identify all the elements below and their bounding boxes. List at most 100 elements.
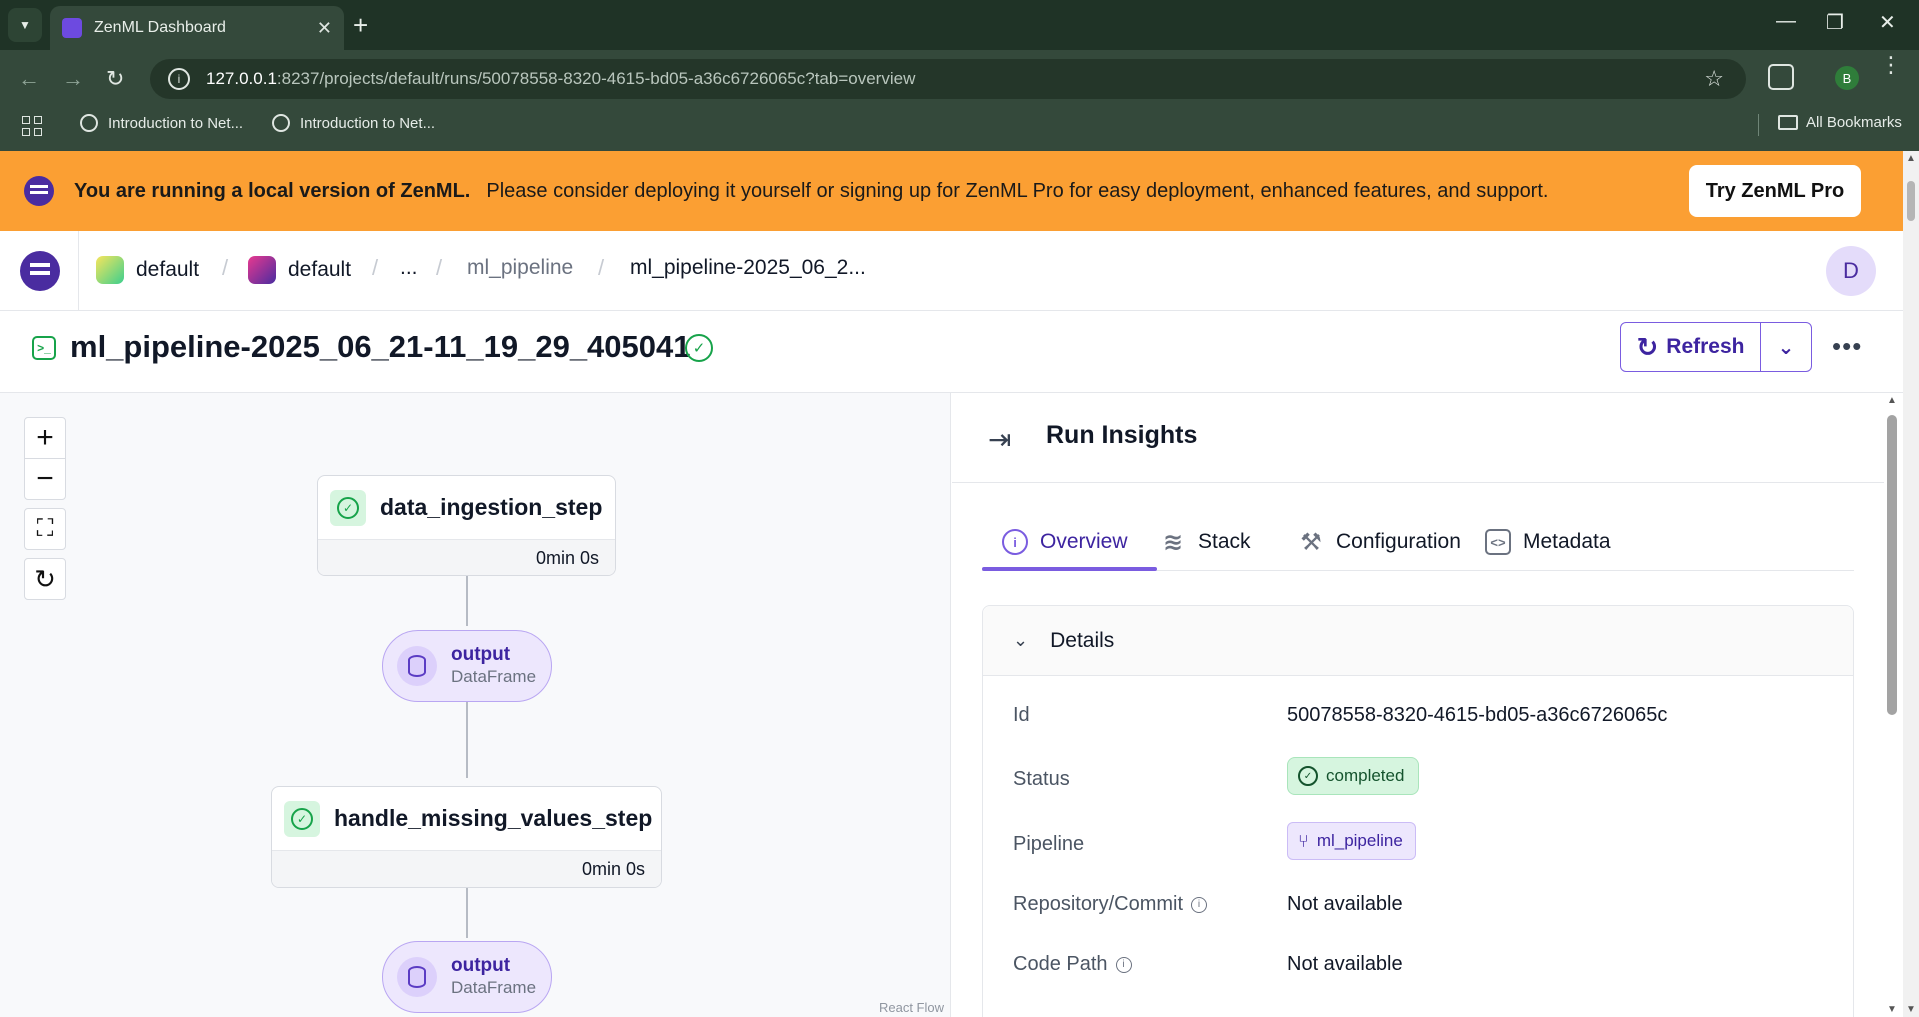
step-node[interactable]: ✓ handle_missing_values_step 0min 0s <box>271 786 662 888</box>
pipeline-icon: ⑂ <box>1298 830 1309 851</box>
dag-edge <box>466 888 468 938</box>
all-bookmarks-button[interactable]: All Bookmarks <box>1778 114 1902 131</box>
fit-view-button[interactable]: ⛶ <box>24 508 66 550</box>
chevron-down-icon: ▼ <box>19 18 31 32</box>
artifact-name: output <box>451 644 511 665</box>
breadcrumb-ellipsis[interactable]: ... <box>400 256 418 280</box>
database-icon <box>397 646 437 686</box>
detail-label-code-path: Code Path i <box>1013 953 1132 976</box>
minus-icon: − <box>36 462 54 495</box>
info-icon[interactable]: i <box>1191 896 1208 913</box>
artifact-node[interactable]: output DataFrame <box>382 630 552 702</box>
run-id-value[interactable]: 50078558-8320-4615-bd05-a36c6726065c <box>1287 704 1667 727</box>
repo-value: Not available <box>1287 893 1403 915</box>
fullscreen-icon: ⛶ <box>36 515 54 542</box>
browser-menu-icon[interactable]: ⋮ <box>1880 54 1902 76</box>
pipeline-link[interactable]: ⑂ ml_pipeline <box>1287 822 1416 860</box>
detail-label-repo: Repository/Commit i <box>1013 893 1208 916</box>
refresh-icon: ↻ <box>34 563 56 594</box>
zoom-out-button[interactable]: − <box>24 458 66 500</box>
minimize-icon[interactable]: — <box>1776 10 1796 33</box>
zenml-logo-icon[interactable] <box>20 251 60 291</box>
panel-scrollbar[interactable]: ▲ ▼ <box>1884 393 1900 1017</box>
zenml-logo-icon <box>24 176 54 206</box>
refresh-button[interactable]: ↻ Refresh <box>1621 323 1761 371</box>
tab-overview[interactable]: i Overview <box>1002 513 1128 571</box>
new-tab-button[interactable]: + <box>353 10 368 40</box>
info-icon[interactable]: i <box>1115 956 1132 973</box>
step-name: handle_missing_values_step <box>334 805 653 831</box>
bookmarks-divider <box>1758 114 1759 136</box>
breadcrumb-separator: / <box>598 255 605 280</box>
detail-label-id: Id <box>1013 704 1030 726</box>
react-flow-attribution[interactable]: React Flow <box>879 1000 944 1015</box>
breadcrumb-separator: / <box>372 255 379 280</box>
step-duration: 0min 0s <box>272 850 661 887</box>
refresh-dropdown-button[interactable]: ⌄ <box>1761 323 1811 371</box>
step-status-icon: ✓ <box>284 800 320 837</box>
extensions-icon[interactable] <box>1768 64 1794 90</box>
details-toggle[interactable]: ⌄ Details <box>983 606 1853 676</box>
forward-icon[interactable]: → <box>62 66 84 92</box>
panel-tabs: i Overview ≋ Stack ⚒ Configuration <> Me… <box>982 513 1854 571</box>
tab-stack[interactable]: ≋ Stack <box>1160 513 1251 571</box>
zenml-favicon-icon <box>62 18 82 38</box>
breadcrumb-separator: / <box>436 255 443 280</box>
url-text: 127.0.0.1:8237/projects/default/runs/500… <box>206 69 916 88</box>
chevron-down-icon: ⌄ <box>1777 336 1795 359</box>
artifact-node[interactable]: output DataFrame <box>382 941 552 1013</box>
browser-tab-bar: ▼ ZenML Dashboard ✕ + — ❐ ✕ <box>0 0 1919 50</box>
details-title: Details <box>1050 628 1115 652</box>
breadcrumb-project[interactable]: default <box>248 256 351 284</box>
dag-edge <box>466 576 468 626</box>
page-scrollbar[interactable]: ▲ ▼ <box>1903 151 1919 1017</box>
tab-search-button[interactable]: ▼ <box>8 8 42 42</box>
wrench-icon: ⚒ <box>1300 528 1322 556</box>
step-duration: 0min 0s <box>318 539 615 575</box>
bookmark-star-icon[interactable]: ☆ <box>1704 66 1724 92</box>
page-scroll-thumb[interactable] <box>1907 181 1915 221</box>
dag-edge <box>466 698 468 778</box>
active-tab-indicator <box>982 567 1157 571</box>
browser-tab[interactable]: ZenML Dashboard ✕ <box>50 6 344 50</box>
breadcrumb-workspace[interactable]: default <box>96 256 199 284</box>
workspace-icon <box>96 256 124 284</box>
profile-avatar[interactable]: B <box>1835 66 1859 90</box>
breadcrumb-run[interactable]: ml_pipeline-2025_06_2... <box>630 256 866 280</box>
site-info-icon[interactable]: i <box>168 68 190 90</box>
artifact-type: DataFrame <box>451 667 537 686</box>
try-zenml-pro-button[interactable]: Try ZenML Pro <box>1689 165 1861 217</box>
back-icon[interactable]: ← <box>18 66 40 92</box>
user-avatar[interactable]: D <box>1826 246 1876 296</box>
artifact-type: DataFrame <box>451 978 537 997</box>
reset-layout-button[interactable]: ↻ <box>24 558 66 600</box>
check-circle-icon: ✓ <box>1298 766 1318 786</box>
close-icon[interactable]: ✕ <box>317 18 332 39</box>
dag-canvas[interactable]: + − ⛶ ↻ ✓ data_ingestion_step 0min 0s ou… <box>0 393 951 1017</box>
step-node[interactable]: ✓ data_ingestion_step 0min 0s <box>317 475 616 576</box>
breadcrumb-pipeline[interactable]: ml_pipeline <box>467 256 573 280</box>
banner-text: You are running a local version of ZenML… <box>74 179 1549 202</box>
refresh-icon: ↻ <box>1636 331 1659 362</box>
check-circle-icon: ✓ <box>685 334 713 362</box>
panel-scroll-thumb[interactable] <box>1887 415 1897 715</box>
breadcrumb-separator: / <box>222 255 229 280</box>
zoom-in-button[interactable]: + <box>24 417 66 459</box>
run-title-row: >_ ml_pipeline-2025_06_21-11_19_29_40504… <box>0 311 1903 393</box>
terminal-icon: >_ <box>32 336 56 360</box>
bookmark-item[interactable]: Introduction to Net... <box>272 114 435 132</box>
artifact-name: output <box>451 955 511 976</box>
address-bar[interactable]: i 127.0.0.1:8237/projects/default/runs/5… <box>150 59 1746 99</box>
more-options-icon[interactable]: ••• <box>1832 331 1862 362</box>
project-icon <box>248 256 276 284</box>
collapse-panel-icon[interactable]: ⇥ <box>988 423 1011 456</box>
folder-icon <box>1778 115 1798 130</box>
restore-icon[interactable]: ❐ <box>1826 10 1844 35</box>
apps-grid-icon[interactable] <box>22 116 42 136</box>
tab-metadata[interactable]: <> Metadata <box>1485 513 1611 571</box>
step-name: data_ingestion_step <box>380 494 603 520</box>
window-close-icon[interactable]: ✕ <box>1879 10 1896 35</box>
bookmark-item[interactable]: Introduction to Net... <box>80 114 243 132</box>
tab-configuration[interactable]: ⚒ Configuration <box>1298 513 1461 571</box>
reload-icon[interactable]: ↻ <box>106 66 124 92</box>
